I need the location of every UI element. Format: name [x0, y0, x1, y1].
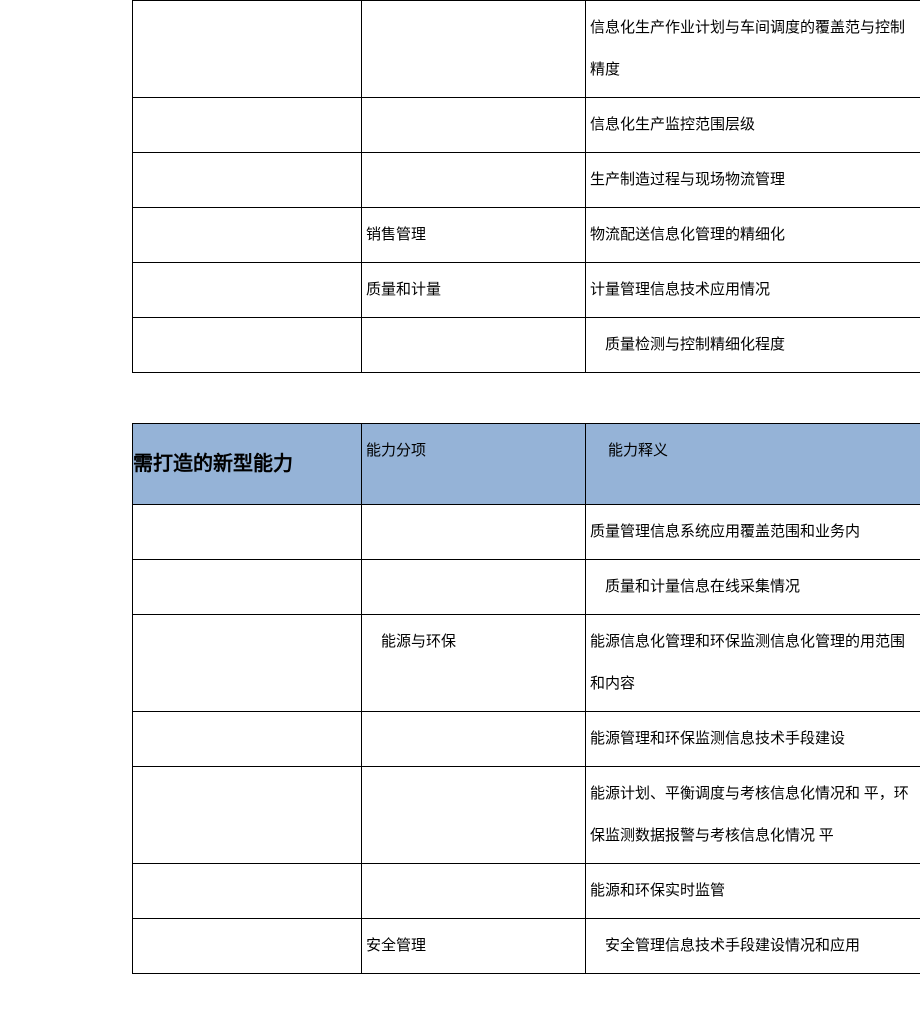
- cell-desc: 信息化生产监控范围层级: [586, 98, 920, 153]
- table-gap: [0, 373, 920, 423]
- cell-desc: 能源计划、平衡调度与考核信息化情况和 平，环保监测数据报警与考核信息化情况 平: [586, 767, 920, 864]
- table-row: 信息化生产监控范围层级: [133, 98, 920, 153]
- cell-sub: [362, 1, 586, 98]
- cell-desc: 能源信息化管理和环保监测信息化管理的用范围和内容: [586, 615, 920, 712]
- cell-cap: [133, 505, 362, 560]
- cell-cap: [133, 263, 362, 318]
- header-capability: 需打造的新型能力: [133, 424, 362, 505]
- header-definition-text: 能力释义: [590, 443, 668, 459]
- cell-sub: [362, 864, 586, 919]
- table-row: 质量检测与控制精细化程度: [133, 318, 920, 373]
- table-row: 能源与环保 能源信息化管理和环保监测信息化管理的用范围和内容: [133, 615, 920, 712]
- table-row: 能源管理和环保监测信息技术手段建设: [133, 712, 920, 767]
- cell-cap: [133, 919, 362, 974]
- cell-sub: 安全管理: [362, 919, 586, 974]
- cell-sub: [362, 767, 586, 864]
- table-row: 质量和计量信息在线采集情况: [133, 560, 920, 615]
- table-row: 能源和环保实时监管: [133, 864, 920, 919]
- cell-cap: [133, 98, 362, 153]
- table-row: 质量管理信息系统应用覆盖范围和业务内: [133, 505, 920, 560]
- table-row: 销售管理 物流配送信息化管理的精细化: [133, 208, 920, 263]
- cell-cap: [133, 615, 362, 712]
- table-row: 质量和计量 计量管理信息技术应用情况: [133, 263, 920, 318]
- table-header-row: 需打造的新型能力 能力分项 能力释义: [133, 424, 920, 505]
- cell-cap: [133, 767, 362, 864]
- cell-desc: 质量检测与控制精细化程度: [586, 318, 920, 373]
- cell-desc: 质量和计量信息在线采集情况: [586, 560, 920, 615]
- header-definition: 能力释义: [586, 424, 920, 505]
- cell-desc: 能源管理和环保监测信息技术手段建设: [586, 712, 920, 767]
- cell-desc: 能源和环保实时监管: [586, 864, 920, 919]
- table-row: 生产制造过程与现场物流管理: [133, 153, 920, 208]
- table-row: 能源计划、平衡调度与考核信息化情况和 平，环保监测数据报警与考核信息化情况 平: [133, 767, 920, 864]
- capability-table-2: 需打造的新型能力 能力分项 能力释义 质量管理信息系统应用覆盖范围和业务内 质量…: [132, 423, 920, 974]
- cell-desc: 物流配送信息化管理的精细化: [586, 208, 920, 263]
- cell-sub: [362, 318, 586, 373]
- cell-desc: 信息化生产作业计划与车间调度的覆盖范与控制精度: [586, 1, 920, 98]
- table-row: 信息化生产作业计划与车间调度的覆盖范与控制精度: [133, 1, 920, 98]
- cell-cap: [133, 560, 362, 615]
- cell-sub: [362, 505, 586, 560]
- cell-sub: [362, 153, 586, 208]
- cell-desc: 质量管理信息系统应用覆盖范围和业务内: [586, 505, 920, 560]
- cell-sub: 销售管理: [362, 208, 586, 263]
- cell-desc: 计量管理信息技术应用情况: [586, 263, 920, 318]
- cell-cap: [133, 208, 362, 263]
- cell-cap: [133, 712, 362, 767]
- cell-desc: 安全管理信息技术手段建设情况和应用: [586, 919, 920, 974]
- cell-desc: 生产制造过程与现场物流管理: [586, 153, 920, 208]
- capability-table-1: 信息化生产作业计划与车间调度的覆盖范与控制精度 信息化生产监控范围层级 生产制造…: [132, 0, 920, 373]
- cell-sub: [362, 560, 586, 615]
- cell-sub: 能源与环保: [362, 615, 586, 712]
- cell-cap: [133, 318, 362, 373]
- cell-cap: [133, 1, 362, 98]
- cell-cap: [133, 153, 362, 208]
- table-row: 安全管理 安全管理信息技术手段建设情况和应用: [133, 919, 920, 974]
- cell-sub: [362, 98, 586, 153]
- cell-cap: [133, 864, 362, 919]
- cell-sub: [362, 712, 586, 767]
- cell-sub: 质量和计量: [362, 263, 586, 318]
- header-subitem: 能力分项: [362, 424, 586, 505]
